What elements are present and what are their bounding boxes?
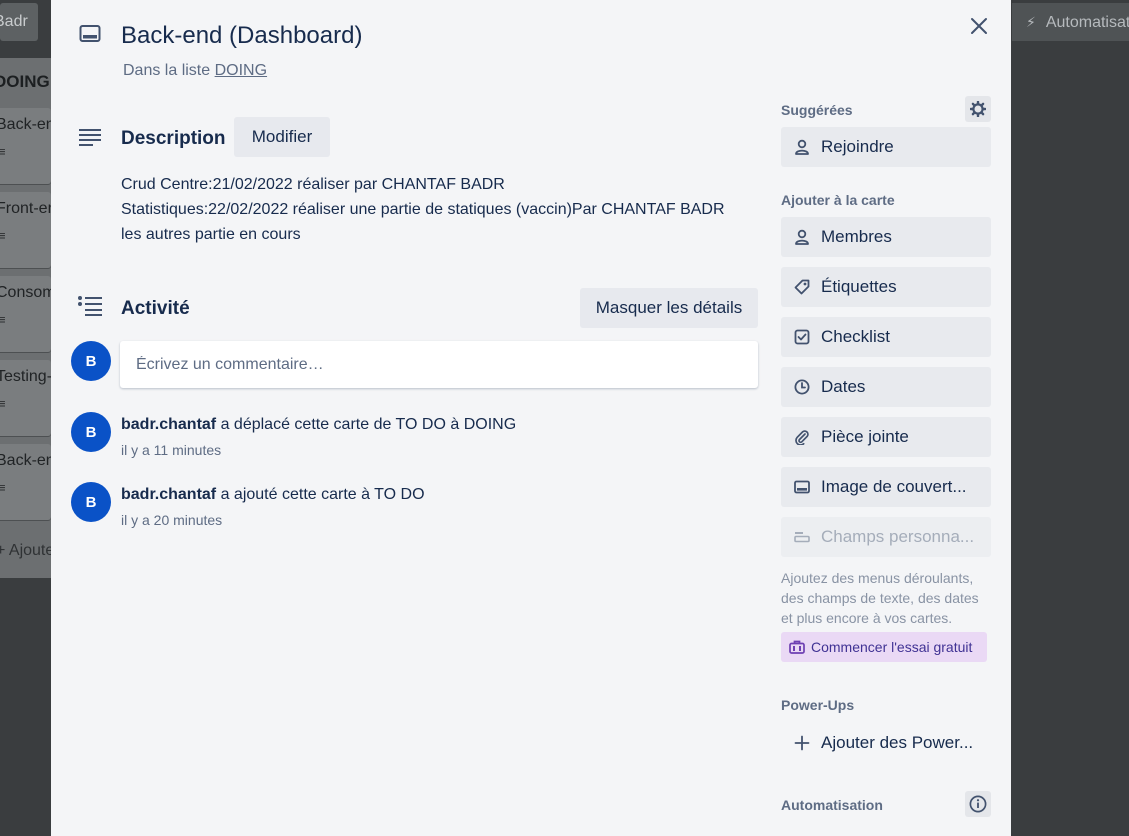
card-icon [79,25,101,42]
close-icon [971,18,987,34]
members-button[interactable]: Membres [781,217,991,257]
suggestions-settings-button[interactable] [965,96,991,122]
close-button[interactable] [963,10,995,42]
person-icon [793,138,811,156]
custom-fields-note: Ajoutez des menus déroulants, des champs… [781,570,979,626]
powerups-heading: Power-Ups [781,697,855,713]
description-heading: Description [121,128,226,149]
board-card[interactable]: Testing-m≡ [0,360,51,436]
tag-icon [793,278,811,296]
person-icon [793,228,811,246]
board-card[interactable]: Back-end≡ [0,444,51,520]
briefcase-icon [789,640,805,654]
start-free-trial-button[interactable]: Commencer l'essai gratuit [781,632,987,662]
hide-details-button[interactable]: Masquer les détails [580,288,758,328]
description-icon: ≡ [0,144,6,159]
comment-input[interactable] [120,341,758,388]
card-list-location: Dans la liste DOING [123,62,268,79]
activity-entry: badr.chantaf a ajouté cette carte à TO D… [121,486,425,503]
info-icon [969,795,987,813]
board-automation-button[interactable]: ⚡Automatisation [1012,3,1129,41]
activity-user[interactable]: badr.chantaf [121,416,216,433]
board-member-button[interactable]: Badr [0,3,38,41]
board-add-card[interactable]: + Ajouter une carte [0,542,51,560]
suggested-heading: Suggérées [781,102,853,118]
avatar[interactable]: B [71,482,111,522]
description-line: Crud Centre:21/02/2022 réaliser par CHAN… [121,176,505,193]
edit-description-button[interactable]: Modifier [234,117,330,157]
board-card[interactable]: Back-end≡ [0,108,51,184]
activity-icon [78,296,102,316]
list-link[interactable]: DOING [215,62,267,79]
avatar[interactable]: B [71,341,111,381]
activity-user[interactable]: badr.chantaf [121,486,216,503]
bolt-icon: ⚡ [1026,14,1036,30]
activity-timestamp[interactable]: il y a 20 minutes [121,512,222,528]
automation-info-button[interactable] [965,791,991,817]
description-line: Statistiques:22/02/2022 réaliser une par… [121,201,725,218]
description-text[interactable]: Crud Centre:21/02/2022 réaliser par CHAN… [121,172,771,247]
add-powerups-button[interactable]: Ajouter des Power... [781,723,991,763]
paperclip-icon [793,428,811,446]
add-to-card-heading: Ajouter à la carte [781,192,895,208]
checklist-button[interactable]: Checklist [781,317,991,357]
cover-image-icon [793,478,811,496]
board-card[interactable]: Front-end≡ [0,192,51,268]
activity-heading: Activité [121,298,190,319]
custom-fields-icon [793,528,811,546]
card-title[interactable]: Back-end (Dashboard) [121,22,362,50]
custom-fields-button[interactable]: Champs personna... [781,517,991,557]
description-icon: ≡ [0,480,6,495]
attachment-button[interactable]: Pièce jointe [781,417,991,457]
activity-entry: badr.chantaf a déplacé cette carte de TO… [121,416,517,433]
board-list: DOING Back-end≡ Front-end≡ Consommation≡… [0,58,51,578]
description-icon [79,129,101,146]
join-button[interactable]: Rejoindre [781,127,991,167]
labels-button[interactable]: Étiquettes [781,267,991,307]
gear-icon [970,101,986,117]
plus-icon [793,734,811,752]
automation-heading: Automatisation [781,797,883,813]
description-line: les autres partie en cours [121,226,301,243]
board-card[interactable]: Consommation≡ [0,276,51,352]
dates-button[interactable]: Dates [781,367,991,407]
checkbox-icon [793,328,811,346]
cover-image-button[interactable]: Image de couvert... [781,467,991,507]
description-icon: ≡ [0,228,6,243]
description-icon: ≡ [0,396,6,411]
clock-icon [793,378,811,396]
board-list-title: DOING [0,72,50,91]
activity-timestamp[interactable]: il y a 11 minutes [121,442,221,458]
description-icon: ≡ [0,312,6,327]
card-detail-modal: Back-end (Dashboard) Dans la liste DOING… [51,0,1011,836]
avatar[interactable]: B [71,412,111,452]
